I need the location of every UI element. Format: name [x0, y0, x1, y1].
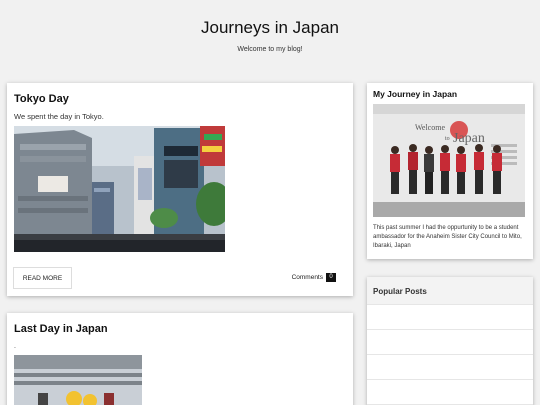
widget-image-welcome-japan: Welcome to Japan [373, 104, 525, 217]
popular-post-item[interactable] [367, 380, 533, 405]
post-image-shibuya[interactable] [14, 126, 225, 252]
popular-post-item[interactable] [367, 305, 533, 330]
site-title[interactable]: Journeys in Japan [0, 18, 540, 38]
popular-post-item[interactable] [367, 330, 533, 355]
svg-text:to: to [445, 136, 450, 142]
popular-post-item[interactable] [367, 355, 533, 380]
post-title[interactable]: Last Day in Japan [14, 323, 108, 335]
svg-text:Welcome: Welcome [415, 123, 445, 132]
widget-popular-posts: Popular Posts [367, 277, 533, 405]
site-description: Welcome to my blog! [237, 46, 303, 53]
post-image-last-day[interactable] [14, 355, 142, 405]
post-excerpt: We spent the day in Tokyo. [14, 112, 104, 121]
post-card-last-day: Last Day in Japan . [7, 313, 353, 405]
widget-title: Popular Posts [373, 287, 427, 296]
comments-link[interactable]: Comments 0 [292, 273, 336, 282]
comments-count-badge[interactable]: 0 [326, 273, 336, 282]
read-more-button[interactable]: READ MORE [13, 267, 72, 289]
post-title[interactable]: Tokyo Day [14, 93, 69, 105]
svg-text:Japan: Japan [453, 131, 485, 146]
post-card-tokyo-day: Tokyo Day We spent the day in Tokyo. REA… [7, 83, 353, 296]
comments-label[interactable]: Comments [292, 274, 323, 281]
widget-text: This past summer I had the oppurtunity t… [373, 225, 522, 249]
site-header: Journeys in Japan Welcome to my blog! [0, 0, 540, 70]
post-excerpt: . [14, 343, 16, 350]
widget-title: My Journey in Japan [373, 89, 458, 99]
widget-header: Popular Posts [367, 277, 533, 305]
widget-my-journey: My Journey in Japan Welcome to Japan Thi… [367, 83, 533, 259]
